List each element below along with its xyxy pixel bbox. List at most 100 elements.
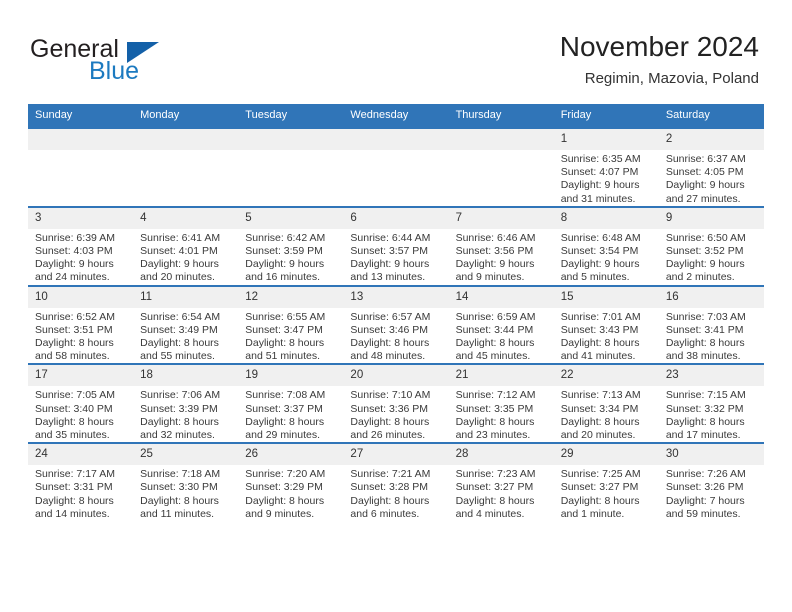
day-detail-sunrise: Sunrise: 6:37 AM xyxy=(665,153,746,165)
day-details: Sunrise: 7:23 AM Sunset: 3:27 PM Daylight:… xyxy=(449,465,554,521)
calendar-day-cell[interactable]: 26 Sunrise: 7:20 AM Sunset: 3:29 PM Dayligh… xyxy=(238,442,344,522)
sunrise-sunset-calendar: Sunday Monday Tuesday Wednesday Thursday… xyxy=(28,104,764,522)
day-detail-sunrise: Sunrise: 7:10 AM xyxy=(350,389,431,402)
calendar-day-cell[interactable]: 1 Sunrise: 6:35 AM Sunset: 4:07 PM Daylight… xyxy=(553,127,659,207)
calendar-day-cell[interactable]: 23 Sunrise: 7:15 AM Sunset: 3:32 PM Dayligh… xyxy=(658,363,764,444)
day-detail-daylight1: Daylight: 9 hours xyxy=(35,258,114,271)
calendar-day-cell[interactable]: 7 Sunrise: 6:46 AM Sunset: 3:56 PM Daylight… xyxy=(448,205,554,286)
calendar-day-cell[interactable]: 25 Sunrise: 7:18 AM Sunset: 3:30 PM Dayligh… xyxy=(133,442,239,522)
day-detail-daylight2: and 41 minutes. xyxy=(560,350,636,363)
day-number xyxy=(238,129,344,150)
day-detail-daylight2: and 51 minutes. xyxy=(245,350,320,363)
day-number: 28 xyxy=(448,444,554,466)
calendar-day-cell[interactable]: 8 Sunrise: 6:48 AM Sunset: 3:54 PM Daylight… xyxy=(553,205,659,286)
day-detail-sunrise: Sunrise: 6:52 AM xyxy=(35,310,115,323)
day-detail-sunset: Sunset: 3:40 PM xyxy=(35,402,113,415)
calendar-day-cell[interactable]: 17 Sunrise: 7:05 AM Sunset: 3:40 PM Dayligh… xyxy=(28,363,134,444)
calendar-day-cell[interactable]: 28 Sunrise: 7:23 AM Sunset: 3:27 PM Dayligh… xyxy=(448,442,554,522)
day-detail-sunset: Sunset: 3:41 PM xyxy=(665,323,744,336)
calendar-day-cell-empty xyxy=(238,127,344,207)
calendar-day-cell[interactable]: 18 Sunrise: 7:06 AM Sunset: 3:39 PM Dayligh… xyxy=(133,363,239,444)
day-detail-daylight1: Daylight: 8 hours xyxy=(560,415,640,428)
logo-text-blue: Blue xyxy=(89,57,140,85)
day-detail-sunrise: Sunrise: 6:35 AM xyxy=(560,153,641,165)
calendar-day-cell[interactable]: 22 Sunrise: 7:13 AM Sunset: 3:34 PM Dayligh… xyxy=(553,363,659,444)
day-number: 22 xyxy=(553,365,659,387)
day-detail-sunset: Sunset: 3:47 PM xyxy=(245,323,323,336)
day-detail-sunset: Sunset: 3:43 PM xyxy=(560,323,639,336)
calendar-day-cell[interactable]: 3 Sunrise: 6:39 AM Sunset: 4:03 PM Daylight… xyxy=(28,205,134,286)
day-detail-sunset: Sunset: 3:36 PM xyxy=(350,402,429,415)
page-title: November 2024 xyxy=(559,31,759,62)
day-details: Sunrise: 7:01 AM Sunset: 3:43 PM Daylight:… xyxy=(554,308,659,364)
calendar-day-cell[interactable]: 14 Sunrise: 6:59 AM Sunset: 3:44 PM Dayligh… xyxy=(448,284,554,365)
weekday-header-friday: Friday xyxy=(553,104,659,128)
day-detail-daylight2: and 27 minutes. xyxy=(665,192,741,205)
day-detail-daylight2: and 45 minutes. xyxy=(455,350,531,363)
day-detail-sunrise: Sunrise: 7:23 AM xyxy=(455,468,536,481)
day-detail-sunrise: Sunrise: 7:25 AM xyxy=(560,468,641,481)
calendar-day-cell[interactable]: 6 Sunrise: 6:44 AM Sunset: 3:57 PM Daylight… xyxy=(343,205,449,286)
calendar-day-cell[interactable]: 9 Sunrise: 6:50 AM Sunset: 3:52 PM Daylight… xyxy=(658,205,764,286)
day-detail-daylight2: and 13 minutes. xyxy=(350,271,426,284)
page-header: General Blue November 2024 Regimin, Mazo… xyxy=(0,0,792,104)
calendar-day-cell[interactable]: 15 Sunrise: 7:01 AM Sunset: 3:43 PM Dayligh… xyxy=(553,284,659,365)
day-number: 12 xyxy=(238,286,344,308)
day-number: 30 xyxy=(658,444,764,466)
day-detail-daylight1: Daylight: 8 hours xyxy=(350,415,430,428)
calendar-day-cell-empty xyxy=(28,127,134,207)
calendar-day-cell[interactable]: 5 Sunrise: 6:42 AM Sunset: 3:59 PM Daylight… xyxy=(238,205,344,286)
day-number xyxy=(28,129,134,150)
general-blue-logo[interactable]: General Blue xyxy=(30,36,250,92)
day-detail-sunset: Sunset: 4:01 PM xyxy=(140,245,218,258)
day-number: 5 xyxy=(238,207,344,229)
day-detail-sunset: Sunset: 3:30 PM xyxy=(140,481,218,494)
calendar-day-cell[interactable]: 16 Sunrise: 7:03 AM Sunset: 3:41 PM Dayligh… xyxy=(658,284,764,365)
day-details: Sunrise: 7:20 AM Sunset: 3:29 PM Daylight:… xyxy=(238,465,343,521)
day-detail-daylight2: and 38 minutes. xyxy=(665,350,741,363)
calendar-day-cell[interactable]: 4 Sunrise: 6:41 AM Sunset: 4:01 PM Daylight… xyxy=(133,205,239,286)
day-detail-daylight1: Daylight: 8 hours xyxy=(350,337,430,350)
day-number: 11 xyxy=(133,286,239,308)
day-detail-sunrise: Sunrise: 7:08 AM xyxy=(245,389,326,402)
day-detail-daylight2: and 17 minutes. xyxy=(665,429,741,442)
calendar-week-row: 17 Sunrise: 7:05 AM Sunset: 3:40 PM Dayligh… xyxy=(28,363,764,444)
day-detail-daylight2: and 24 minutes. xyxy=(35,271,110,284)
day-detail-daylight1: Daylight: 7 hours xyxy=(665,494,745,507)
calendar-day-cell[interactable]: 12 Sunrise: 6:55 AM Sunset: 3:47 PM Dayligh… xyxy=(238,284,344,365)
calendar-day-cell[interactable]: 29 Sunrise: 7:25 AM Sunset: 3:27 PM Dayligh… xyxy=(553,442,659,522)
day-detail-daylight1: Daylight: 9 hours xyxy=(560,258,640,271)
day-detail-sunset: Sunset: 3:46 PM xyxy=(350,323,429,336)
calendar-day-cell[interactable]: 19 Sunrise: 7:08 AM Sunset: 3:37 PM Dayligh… xyxy=(238,363,344,444)
day-number: 3 xyxy=(28,207,134,229)
day-detail-daylight1: Daylight: 9 hours xyxy=(560,179,640,192)
day-detail-sunset: Sunset: 4:03 PM xyxy=(35,245,113,258)
calendar-day-cell[interactable]: 24 Sunrise: 7:17 AM Sunset: 3:31 PM Dayligh… xyxy=(28,442,134,522)
day-details: Sunrise: 6:50 AM Sunset: 3:52 PM Daylight:… xyxy=(659,229,764,285)
calendar-day-cell[interactable]: 11 Sunrise: 6:54 AM Sunset: 3:49 PM Dayligh… xyxy=(133,284,239,365)
day-details: Sunrise: 7:25 AM Sunset: 3:27 PM Daylight:… xyxy=(554,465,659,521)
day-details: Sunrise: 7:17 AM Sunset: 3:31 PM Daylight:… xyxy=(28,465,133,521)
weekday-header-sunday: Sunday xyxy=(28,104,134,128)
day-detail-daylight2: and 20 minutes. xyxy=(560,429,636,442)
calendar-day-cell[interactable]: 10 Sunrise: 6:52 AM Sunset: 3:51 PM Dayligh… xyxy=(28,284,134,365)
day-detail-sunrise: Sunrise: 6:59 AM xyxy=(455,310,536,323)
day-detail-sunset: Sunset: 3:27 PM xyxy=(560,481,639,494)
day-detail-sunset: Sunset: 3:51 PM xyxy=(35,323,113,336)
day-detail-sunset: Sunset: 3:26 PM xyxy=(665,481,744,494)
calendar-day-cell[interactable]: 21 Sunrise: 7:12 AM Sunset: 3:35 PM Dayligh… xyxy=(448,363,554,444)
calendar-day-cell[interactable]: 2 Sunrise: 6:37 AM Sunset: 4:05 PM Daylight… xyxy=(658,127,764,207)
calendar-day-cell[interactable]: 27 Sunrise: 7:21 AM Sunset: 3:28 PM Dayligh… xyxy=(343,442,449,522)
calendar-day-cell-empty xyxy=(448,127,554,207)
weekday-header-wednesday: Wednesday xyxy=(343,104,449,128)
day-number: 4 xyxy=(133,207,239,229)
calendar-day-cell[interactable]: 13 Sunrise: 6:57 AM Sunset: 3:46 PM Dayligh… xyxy=(343,284,449,365)
day-detail-daylight2: and 14 minutes. xyxy=(35,507,110,520)
day-detail-daylight2: and 26 minutes. xyxy=(350,429,426,442)
day-detail-daylight2: and 23 minutes. xyxy=(455,429,531,442)
calendar-day-cell[interactable]: 30 Sunrise: 7:26 AM Sunset: 3:26 PM Dayligh… xyxy=(658,442,764,522)
day-detail-daylight1: Daylight: 9 hours xyxy=(140,258,219,271)
calendar-day-cell[interactable]: 20 Sunrise: 7:10 AM Sunset: 3:36 PM Dayligh… xyxy=(343,363,449,444)
day-detail-daylight1: Daylight: 9 hours xyxy=(665,179,745,192)
day-detail-daylight1: Daylight: 9 hours xyxy=(350,258,430,271)
